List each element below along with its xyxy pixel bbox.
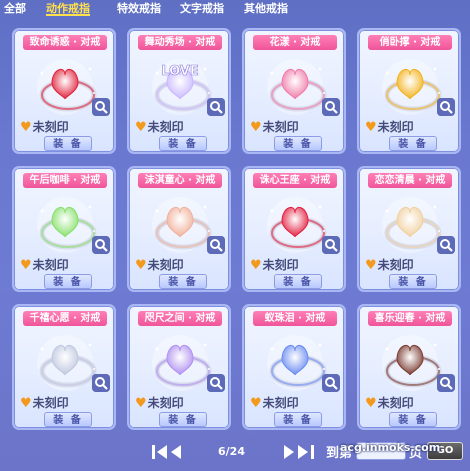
heart-icon: ♥ <box>20 120 32 135</box>
heart-icon: ♥ <box>250 258 262 273</box>
ring-card[interactable]: 喜乐迎春 · 对戒 ♥未刻印装 备 <box>357 304 461 430</box>
magnifier-icon[interactable] <box>437 98 455 116</box>
equip-button[interactable]: 装 备 <box>389 412 437 427</box>
equip-button[interactable]: 装 备 <box>274 274 322 289</box>
equip-button[interactable]: 装 备 <box>44 274 92 289</box>
equip-button[interactable]: 装 备 <box>389 136 437 151</box>
engrave-status-text: 未刻印 <box>262 258 299 272</box>
engrave-status: ♥未刻印 <box>365 257 414 273</box>
magnifier-icon[interactable] <box>92 374 110 392</box>
heart-icon: ♥ <box>250 396 262 411</box>
tab-effect-rings[interactable]: 特效戒指 <box>117 1 161 16</box>
engrave-status-text: 未刻印 <box>377 258 414 272</box>
magnifier-icon[interactable] <box>322 374 340 392</box>
ring-card[interactable]: 千禧心愿 · 对戒 ♥未刻印装 备 <box>12 304 116 430</box>
engrave-status: ♥未刻印 <box>20 257 69 273</box>
ring-name: 喜乐迎春 · 对戒 <box>368 311 452 326</box>
ring-name: 诛心王座 · 对戒 <box>253 173 337 188</box>
ring-card[interactable]: 午后咖啡 · 对戒 ♥未刻印装 备 <box>12 166 116 292</box>
tab-other-rings[interactable]: 其他戒指 <box>244 1 288 16</box>
heart-icon: ♥ <box>20 258 32 273</box>
ring-card[interactable]: 俏卧撑 · 对戒 ♥未刻印装 备 <box>357 28 461 154</box>
ring-name: 午后咖啡 · 对戒 <box>23 173 107 188</box>
magnifier-icon[interactable] <box>92 98 110 116</box>
ring-card[interactable]: 舞动秀场 · 对戒 LOVE ♥未刻印装 备 <box>127 28 231 154</box>
equip-button[interactable]: 装 备 <box>159 136 207 151</box>
ring-engraved-text: LOVE <box>161 64 198 79</box>
engrave-status-text: 未刻印 <box>32 120 69 134</box>
equip-button[interactable]: 装 备 <box>274 136 322 151</box>
magnifier-icon[interactable] <box>437 236 455 254</box>
last-page-icon[interactable] <box>280 442 316 462</box>
engrave-status: ♥未刻印 <box>365 395 414 411</box>
magnifier-icon[interactable] <box>207 374 225 392</box>
equip-button[interactable]: 装 备 <box>44 136 92 151</box>
engrave-status-text: 未刻印 <box>377 120 414 134</box>
ring-name: 千禧心愿 · 对戒 <box>23 311 107 326</box>
engrave-status: ♥未刻印 <box>135 395 184 411</box>
engrave-status-text: 未刻印 <box>147 396 184 410</box>
equip-button[interactable]: 装 备 <box>44 412 92 427</box>
ring-card[interactable]: 恋恋清晨 · 对戒 ♥未刻印装 备 <box>357 166 461 292</box>
tab-text-rings[interactable]: 文字戒指 <box>180 1 224 16</box>
watermark-text: acg.inmoks.com <box>340 441 441 454</box>
ring-card[interactable]: 沫淇童心 · 对戒 ♥未刻印装 备 <box>127 166 231 292</box>
engrave-status: ♥未刻印 <box>20 395 69 411</box>
engrave-status-text: 未刻印 <box>262 396 299 410</box>
engrave-status: ♥未刻印 <box>250 119 299 135</box>
ring-card[interactable]: 致命诱惑 · 对戒 ♥未刻印装 备 <box>12 28 116 154</box>
magnifier-icon[interactable] <box>92 236 110 254</box>
engrave-status: ♥未刻印 <box>250 257 299 273</box>
engrave-status-text: 未刻印 <box>147 258 184 272</box>
ring-card[interactable]: 咫尺之间 · 对戒 ♥未刻印装 备 <box>127 304 231 430</box>
heart-icon: ♥ <box>20 396 32 411</box>
heart-icon: ♥ <box>135 258 147 273</box>
heart-icon: ♥ <box>365 396 377 411</box>
page-indicator: 6/24 <box>218 445 245 458</box>
magnifier-icon[interactable] <box>322 98 340 116</box>
heart-icon: ♥ <box>135 396 147 411</box>
magnifier-icon[interactable] <box>207 236 225 254</box>
ring-name: 俏卧撑 · 对戒 <box>368 35 452 50</box>
ring-name: 舞动秀场 · 对戒 <box>138 35 222 50</box>
engrave-status-text: 未刻印 <box>377 396 414 410</box>
ring-name: 蚁珠泪 · 对戒 <box>253 311 337 326</box>
heart-icon: ♥ <box>365 258 377 273</box>
ring-name: 咫尺之间 · 对戒 <box>138 311 222 326</box>
ring-name: 沫淇童心 · 对戒 <box>138 173 222 188</box>
engrave-status-text: 未刻印 <box>262 120 299 134</box>
ring-name: 花漾 · 对戒 <box>253 35 337 50</box>
ring-card[interactable]: 诛心王座 · 对戒 ♥未刻印装 备 <box>242 166 346 292</box>
category-tab-bar: 全部 动作戒指 特效戒指 文字戒指 其他戒指 <box>0 0 470 18</box>
heart-icon: ♥ <box>250 120 262 135</box>
ring-card[interactable]: 花漾 · 对戒 ♥未刻印装 备 <box>242 28 346 154</box>
engrave-status: ♥未刻印 <box>135 257 184 273</box>
ring-name: 致命诱惑 · 对戒 <box>23 35 107 50</box>
engrave-status-text: 未刻印 <box>32 396 69 410</box>
magnifier-icon[interactable] <box>437 374 455 392</box>
engrave-status: ♥未刻印 <box>365 119 414 135</box>
heart-icon: ♥ <box>135 120 147 135</box>
magnifier-icon[interactable] <box>207 98 225 116</box>
engrave-status: ♥未刻印 <box>20 119 69 135</box>
ring-card[interactable]: 蚁珠泪 · 对戒 ♥未刻印装 备 <box>242 304 346 430</box>
tab-action-rings[interactable]: 动作戒指 <box>46 1 90 16</box>
engrave-status-text: 未刻印 <box>147 120 184 134</box>
equip-button[interactable]: 装 备 <box>159 274 207 289</box>
engrave-status: ♥未刻印 <box>135 119 184 135</box>
equip-button[interactable]: 装 备 <box>389 274 437 289</box>
magnifier-icon[interactable] <box>322 236 340 254</box>
engrave-status: ♥未刻印 <box>250 395 299 411</box>
heart-icon: ♥ <box>365 120 377 135</box>
engrave-status-text: 未刻印 <box>32 258 69 272</box>
equip-button[interactable]: 装 备 <box>159 412 207 427</box>
equip-button[interactable]: 装 备 <box>274 412 322 427</box>
tab-all[interactable]: 全部 <box>4 1 26 16</box>
ring-name: 恋恋清晨 · 对戒 <box>368 173 452 188</box>
first-page-icon[interactable] <box>151 442 187 462</box>
